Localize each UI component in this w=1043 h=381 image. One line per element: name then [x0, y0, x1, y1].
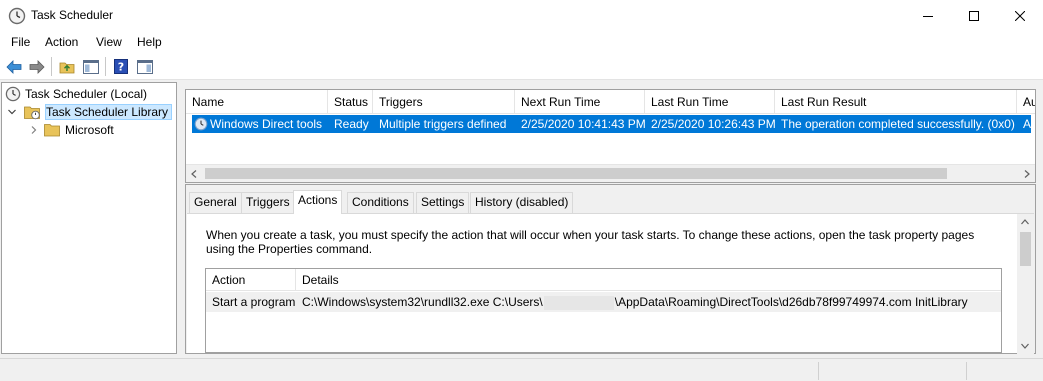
help-icon: ?: [114, 59, 128, 74]
status-bar: [0, 358, 1043, 381]
task-next-run: 2/25/2020 10:41:43 PM: [521, 117, 646, 131]
clock-icon: [5, 86, 21, 102]
forward-button[interactable]: [27, 57, 47, 76]
task-name: Windows Direct tools: [210, 117, 323, 131]
menu-view[interactable]: View: [96, 35, 122, 49]
menu-action[interactable]: Action: [45, 35, 78, 49]
folder-clock-icon: [24, 106, 40, 119]
minimize-button[interactable]: [905, 0, 951, 31]
toolbar: ?: [0, 53, 1043, 80]
details-suffix: \AppData\Roaming\DirectTools\d26db78f997…: [614, 295, 968, 309]
maximize-icon: [969, 10, 979, 21]
tab-conditions[interactable]: Conditions: [347, 192, 414, 213]
scroll-left-icon[interactable]: [191, 170, 197, 178]
task-list: Name Status Triggers Next Run Time Last …: [185, 89, 1036, 183]
action-pane-icon: [137, 59, 153, 74]
scrollbar-thumb[interactable]: [205, 168, 947, 179]
actions-table: Action Details Start a program C:\Window…: [205, 268, 1002, 353]
tree-label-library: Task Scheduler Library: [45, 104, 173, 120]
tree-item-microsoft[interactable]: Microsoft: [29, 121, 114, 139]
task-last-result: The operation completed successfully. (0…: [781, 117, 1015, 131]
task-last-run: 2/25/2020 10:26:43 PM: [651, 117, 776, 131]
actions-tab-page: When you create a task, you must specify…: [187, 213, 1034, 354]
menu-bar: File Action View Help: [0, 31, 1043, 53]
action-pane-button[interactable]: [135, 57, 155, 76]
action-details: C:\Windows\system32\rundll32.exe C:\User…: [302, 292, 968, 312]
column-header-name[interactable]: Name: [186, 90, 328, 114]
task-list-header: Name Status Triggers Next Run Time Last …: [186, 90, 1035, 114]
close-button[interactable]: [997, 0, 1043, 31]
task-author: Au: [1023, 117, 1031, 131]
horizontal-scrollbar[interactable]: [186, 164, 1035, 182]
back-arrow-icon: [6, 59, 22, 74]
console-tree: Task Scheduler (Local) Task Scheduler Li…: [1, 82, 177, 354]
show-hide-tree-icon: [83, 59, 99, 74]
redacted-username: [543, 295, 614, 310]
column-header-last-run-time[interactable]: Last Run Time: [645, 90, 775, 114]
column-header-triggers[interactable]: Triggers: [373, 90, 515, 114]
actions-table-header: Action Details: [206, 269, 1001, 291]
tree-label-microsoft: Microsoft: [65, 123, 114, 137]
menu-help[interactable]: Help: [137, 35, 162, 49]
svg-text:?: ?: [118, 61, 124, 74]
column-header-action[interactable]: Action: [206, 269, 296, 291]
tab-triggers[interactable]: Triggers: [241, 192, 295, 213]
clock-icon: [8, 7, 26, 25]
table-row[interactable]: Windows Direct tools Ready Multiple trig…: [192, 115, 1031, 133]
tab-actions[interactable]: Actions: [293, 190, 343, 214]
task-status: Ready: [334, 117, 369, 131]
pane-splitter[interactable]: [178, 82, 185, 354]
table-row[interactable]: Start a program C:\Windows\system32\rund…: [206, 292, 1001, 312]
scroll-right-icon[interactable]: [1024, 170, 1030, 178]
title-bar: Task Scheduler: [0, 0, 1043, 31]
up-folder-icon: [59, 62, 75, 73]
help-button[interactable]: ?: [111, 57, 131, 76]
column-header-details[interactable]: Details: [296, 269, 1001, 291]
maximize-button[interactable]: [951, 0, 997, 31]
task-triggers: Multiple triggers defined: [379, 117, 507, 131]
tree-item-task-scheduler-local[interactable]: Task Scheduler (Local): [5, 85, 147, 103]
column-header-status[interactable]: Status: [328, 90, 373, 114]
scrollbar-thumb[interactable]: [1020, 232, 1031, 266]
menu-file[interactable]: File: [11, 35, 30, 49]
folder-icon: [44, 124, 60, 137]
window-title: Task Scheduler: [31, 8, 114, 22]
chevron-right-icon[interactable]: [29, 125, 39, 135]
tab-settings[interactable]: Settings: [416, 192, 470, 213]
task-detail-pane: General Triggers Actions Conditions Sett…: [185, 184, 1036, 354]
back-button[interactable]: [4, 57, 24, 76]
tab-general[interactable]: General: [189, 192, 242, 213]
tab-history[interactable]: History (disabled): [470, 192, 574, 213]
column-header-last-run-result[interactable]: Last Run Result: [775, 90, 1017, 114]
close-icon: [1015, 10, 1025, 21]
column-header-author[interactable]: Au: [1017, 90, 1035, 114]
forward-arrow-icon: [29, 59, 45, 74]
details-prefix: C:\Windows\system32\rundll32.exe C:\User…: [302, 295, 543, 309]
task-clock-icon: [194, 117, 208, 131]
chevron-down-icon[interactable]: [7, 107, 17, 117]
scroll-up-icon[interactable]: [1021, 219, 1029, 225]
action-type: Start a program: [212, 295, 296, 309]
actions-description: When you create a task, you must specify…: [206, 228, 975, 256]
tree-label-root: Task Scheduler (Local): [25, 87, 148, 101]
minimize-icon: [923, 15, 933, 17]
up-folder-button[interactable]: [57, 57, 77, 76]
scroll-down-icon[interactable]: [1021, 343, 1029, 349]
show-hide-tree-button[interactable]: [81, 57, 101, 76]
vertical-scrollbar[interactable]: [1017, 214, 1034, 354]
column-header-next-run-time[interactable]: Next Run Time: [515, 90, 645, 114]
tree-item-task-scheduler-library[interactable]: Task Scheduler Library: [7, 103, 173, 121]
